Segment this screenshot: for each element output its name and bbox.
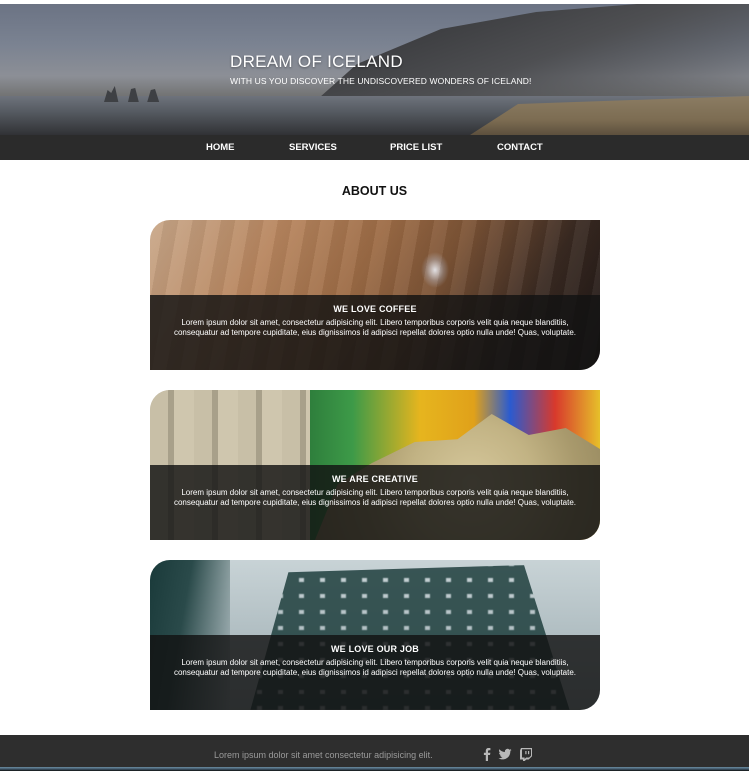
about-us-title: ABOUT US — [341, 184, 408, 198]
card-caption: WE LOVE OUR JOB Lorem ipsum dolor sit am… — [150, 635, 600, 710]
card-text: Lorem ipsum dolor sit amet, consectetur … — [173, 488, 577, 507]
about-card-coffee: WE LOVE COFFEE Lorem ipsum dolor sit ame… — [150, 220, 600, 370]
main-nav: HOME SERVICES PRICE LIST CONTACT — [0, 135, 749, 160]
hero-subtitle: WITH US YOU DISCOVER THE UNDISCOVERED WO… — [230, 76, 532, 86]
card-title: WE LOVE COFFEE — [333, 304, 417, 314]
hero-title: DREAM OF ICELAND — [230, 52, 403, 71]
hero-sea-stacks-shape — [104, 86, 160, 102]
card-title: WE ARE CREATIVE — [331, 474, 418, 484]
nav-item-home[interactable]: HOME — [206, 135, 235, 160]
card-text: Lorem ipsum dolor sit amet, consectetur … — [173, 318, 577, 337]
hero-banner: DREAM OF ICELAND WITH US YOU DISCOVER TH… — [0, 4, 749, 135]
footer-text: Lorem ipsum dolor sit amet consectetur a… — [214, 750, 433, 760]
card-title: WE LOVE OUR JOB — [330, 644, 419, 654]
nav-item-contact[interactable]: CONTACT — [497, 135, 543, 160]
card-text: Lorem ipsum dolor sit amet, consectetur … — [173, 658, 577, 677]
card-caption: WE ARE CREATIVE Lorem ipsum dolor sit am… — [150, 465, 600, 540]
about-card-job: WE LOVE OUR JOB Lorem ipsum dolor sit am… — [150, 560, 600, 710]
about-card-creative: WE ARE CREATIVE Lorem ipsum dolor sit am… — [150, 390, 600, 540]
nav-item-price-list[interactable]: PRICE LIST — [390, 135, 442, 160]
twitch-icon[interactable] — [519, 747, 533, 761]
footer: Lorem ipsum dolor sit amet consectetur a… — [0, 735, 749, 767]
footer-bottom-bar — [0, 767, 749, 771]
twitter-icon[interactable] — [498, 747, 512, 761]
card-caption: WE LOVE COFFEE Lorem ipsum dolor sit ame… — [150, 295, 600, 370]
nav-item-services[interactable]: SERVICES — [289, 135, 337, 160]
facebook-icon[interactable] — [480, 747, 494, 761]
